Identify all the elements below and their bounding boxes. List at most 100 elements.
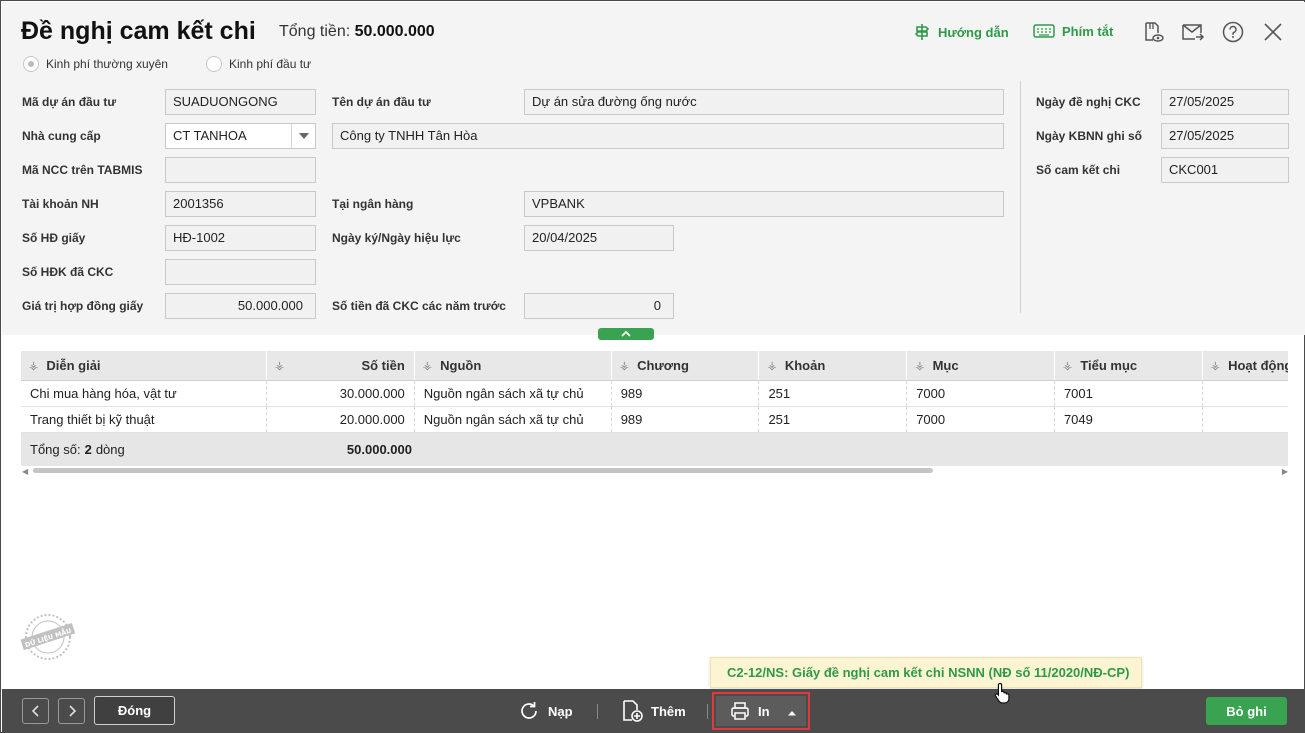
cell-amount[interactable]: 20.000.000: [267, 407, 415, 432]
hdk-field[interactable]: [165, 259, 316, 285]
ckc-no-field[interactable]: CKC001: [1161, 157, 1289, 183]
next-record-button[interactable]: [58, 698, 85, 724]
chevron-right-icon: [68, 705, 76, 717]
cancel-posting-button[interactable]: Bỏ ghi: [1206, 697, 1287, 725]
add-button[interactable]: Thêm: [621, 697, 686, 725]
kbnn-date-field[interactable]: 27/05/2025: [1161, 123, 1289, 149]
column-header-section[interactable]: ⚶ Mục: [907, 351, 1055, 380]
project-name-field[interactable]: Dự án sửa đường ống nước: [524, 89, 1004, 115]
pin-icon[interactable]: ⚶: [620, 359, 629, 372]
prev-years-field[interactable]: 0: [524, 293, 674, 319]
cell-item[interactable]: 251: [759, 407, 908, 432]
help-button[interactable]: [1220, 19, 1246, 45]
pin-icon[interactable]: ⚶: [915, 359, 924, 372]
summary-count: Tổng số: 2 dòng: [30, 442, 125, 457]
table-row[interactable]: Trang thiết bị kỹ thuật 20.000.000 Nguồn…: [21, 407, 1288, 433]
request-date-field[interactable]: 27/05/2025: [1161, 89, 1289, 115]
column-header-amount[interactable]: ⚶ Số tiền: [267, 351, 415, 380]
bank-label: Tại ngân hàng: [332, 197, 414, 211]
kbnn-date-label: Ngày KBNN ghi số: [1036, 129, 1143, 143]
contract-no-label: Số HĐ giấy: [22, 231, 86, 245]
column-header-chapter[interactable]: ⚶ Chương: [612, 351, 760, 380]
project-code-field[interactable]: SUADUONGONG: [165, 89, 316, 115]
supplier-name-field[interactable]: Công ty TNHH Tân Hòa: [332, 123, 1004, 149]
preview-document-button[interactable]: [1140, 19, 1166, 45]
cell-source[interactable]: Nguồn ngân sách xã tự chủ: [415, 381, 612, 406]
summary-total: 50.000.000: [346, 442, 412, 457]
cell-source[interactable]: Nguồn ngân sách xã tự chủ: [415, 407, 612, 432]
shortcut-link[interactable]: Phím tắt: [1033, 23, 1113, 39]
cell-amount[interactable]: 30.000.000: [267, 381, 415, 406]
radio-investment-budget[interactable]: Kinh phí đầu tư: [206, 56, 311, 72]
close-form-button[interactable]: Đóng: [94, 696, 175, 725]
horizontal-scrollbar[interactable]: ◀ ▶: [21, 466, 1288, 476]
previous-record-button[interactable]: [22, 698, 49, 724]
pin-icon[interactable]: ⚶: [29, 359, 38, 372]
supplier-combo[interactable]: CT TANHOA: [165, 123, 316, 149]
scrollbar-thumb[interactable]: [33, 468, 933, 473]
cell-subsection[interactable]: 7001: [1055, 381, 1203, 406]
collapse-header-button[interactable]: [598, 328, 654, 340]
send-email-button[interactable]: [1180, 19, 1206, 45]
cell-description[interactable]: Chi mua hàng hóa, vật tư: [21, 381, 268, 406]
scroll-right-icon[interactable]: ▶: [1282, 467, 1288, 476]
cell-activity[interactable]: [1203, 381, 1288, 406]
pin-icon[interactable]: ⚶: [423, 359, 432, 372]
column-header-subsection[interactable]: ⚶ Tiểu mục: [1055, 351, 1203, 380]
page-title: Đề nghị cam kết chi: [21, 17, 256, 45]
caret-up-icon[interactable]: [787, 704, 797, 719]
grid-header: ⚶ Diễn giải ⚶ Số tiền ⚶ Nguồn ⚶ Chương ⚶ Khoả…: [21, 351, 1288, 381]
pin-icon[interactable]: ⚶: [275, 359, 284, 372]
request-date-label: Ngày đề nghị CKC: [1036, 95, 1141, 109]
printer-icon: [731, 702, 749, 720]
reload-button[interactable]: Nạp: [518, 697, 573, 725]
chevron-left-icon: [31, 705, 39, 717]
radio-regular-budget[interactable]: Kinh phí thường xuyên: [23, 56, 168, 72]
sign-date-field[interactable]: 20/04/2025: [524, 225, 674, 251]
signpost-icon: [914, 24, 930, 40]
cell-chapter[interactable]: 989: [612, 381, 760, 406]
pin-icon[interactable]: ⚶: [1211, 359, 1220, 372]
help-link[interactable]: Hướng dẫn: [913, 23, 1009, 41]
pin-icon[interactable]: ⚶: [1063, 359, 1072, 372]
contract-no-field[interactable]: HĐ-1002: [165, 225, 316, 251]
contract-value-field[interactable]: 50.000.000: [165, 293, 316, 319]
column-header-item[interactable]: ⚶ Khoản: [759, 351, 908, 380]
print-button[interactable]: In: [716, 696, 806, 726]
question-icon: [1222, 21, 1244, 43]
print-template-tooltip[interactable]: C2-12/NS: Giấy đề nghị cam kết chi NSNN …: [710, 657, 1142, 688]
column-header-description[interactable]: ⚶ Diễn giải: [21, 351, 268, 380]
radio-dot: [206, 56, 222, 72]
document-eye-icon: [1145, 22, 1164, 42]
footer-toolbar: Đóng Nạp Thêm In Bỏ ghi: [2, 689, 1305, 733]
cell-chapter[interactable]: 989: [612, 407, 760, 432]
column-header-activity[interactable]: ⚶ Hoạt động: [1203, 351, 1288, 380]
dropdown-arrow-icon[interactable]: [291, 124, 315, 148]
bank-account-field[interactable]: 2001356: [165, 191, 316, 217]
table-row[interactable]: Chi mua hàng hóa, vật tư 30.000.000 Nguồ…: [21, 381, 1288, 407]
radio-investment-label: Kinh phí đầu tư: [229, 57, 312, 71]
column-header-source[interactable]: ⚶ Nguồn: [415, 351, 612, 380]
total-label: Tổng tiền:: [279, 23, 351, 40]
bank-field[interactable]: VPBANK: [524, 191, 1004, 217]
cell-section[interactable]: 7000: [907, 381, 1055, 406]
print-label: In: [758, 703, 770, 719]
toolbar-separator: [597, 704, 598, 719]
cell-activity[interactable]: [1203, 407, 1288, 432]
mouse-pointer-icon: [994, 682, 1010, 704]
reload-label: Nạp: [548, 703, 573, 719]
tabmis-field[interactable]: [165, 157, 316, 183]
cell-section[interactable]: 7000: [907, 407, 1055, 432]
total-amount: Tổng tiền: 50.000.000: [279, 23, 435, 41]
add-document-icon: [623, 700, 643, 722]
cell-description[interactable]: Trang thiết bị kỹ thuật: [21, 407, 268, 432]
scroll-left-icon[interactable]: ◀: [22, 467, 28, 476]
close-button[interactable]: [1260, 19, 1286, 45]
contract-value-label: Giá trị hợp đồng giấy: [22, 299, 144, 313]
supplier-code: CT TANHOA: [173, 128, 247, 143]
tabmis-label: Mã NCC trên TABMIS: [22, 163, 143, 177]
pin-icon[interactable]: ⚶: [767, 359, 776, 372]
cell-item[interactable]: 251: [759, 381, 908, 406]
detail-grid: ⚶ Diễn giải ⚶ Số tiền ⚶ Nguồn ⚶ Chương ⚶ Khoả…: [21, 351, 1288, 467]
cell-subsection[interactable]: 7049: [1055, 407, 1203, 432]
